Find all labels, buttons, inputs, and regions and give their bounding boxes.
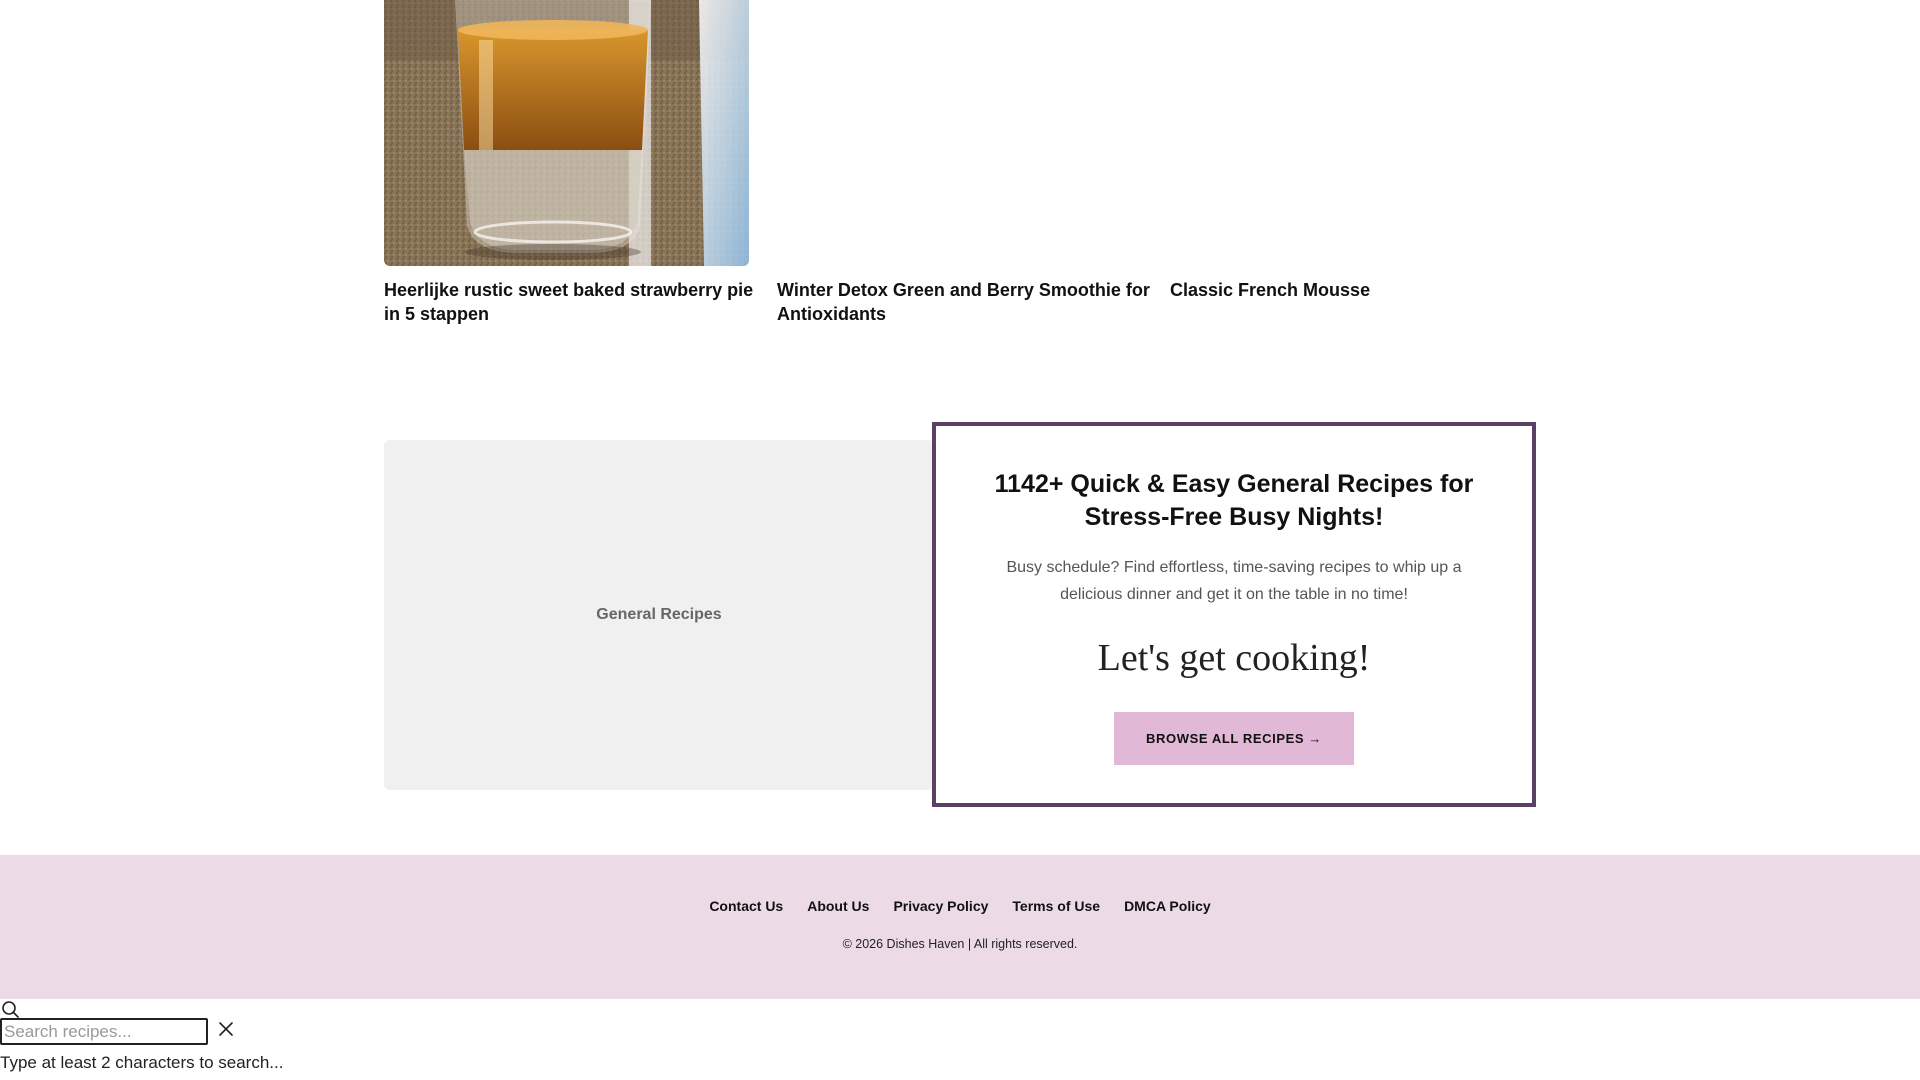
footer-link-terms[interactable]: Terms of Use: [1012, 898, 1100, 914]
search-hint: Type at least 2 characters to search...: [0, 1053, 284, 1072]
footer-link-privacy[interactable]: Privacy Policy: [893, 898, 988, 914]
recipe-image[interactable]: [1170, 0, 1535, 266]
recipe-image[interactable]: [777, 0, 1142, 266]
category-promo-box: 1142+ Quick & Easy General Recipes for S…: [932, 422, 1536, 807]
category-label: General Recipes: [596, 606, 722, 623]
recipe-card[interactable]: Classic French Mousse: [1170, 0, 1535, 300]
promo-description: Busy schedule? Find effortless, time-sav…: [1006, 559, 1462, 603]
recipe-title[interactable]: Classic French Mousse: [1170, 278, 1550, 302]
footer-link-contact[interactable]: Contact Us: [709, 898, 783, 914]
copyright-text: © 2026 Dishes Haven | All rights reserve…: [842, 937, 1078, 951]
promo-cta-heading: Let's get cooking!: [1097, 637, 1371, 679]
search-icon[interactable]: [0, 999, 20, 1019]
recipe-card[interactable]: Heerlijke rustic sweet baked strawberry …: [384, 0, 753, 324]
browse-all-recipes-button[interactable]: BROWSE ALL RECIPES →: [1114, 712, 1354, 765]
promo-title: 1142+ Quick & Easy General Recipes for S…: [994, 470, 1474, 531]
recipe-card[interactable]: Winter Detox Green and Berry Smoothie fo…: [777, 0, 1150, 324]
footer-link-dmca[interactable]: DMCA Policy: [1124, 898, 1211, 914]
category-image-placeholder: General Recipes: [384, 440, 934, 790]
recipe-title[interactable]: Heerlijke rustic sweet baked strawberry …: [384, 278, 764, 326]
recipe-image[interactable]: [384, 0, 749, 266]
recipe-title[interactable]: Winter Detox Green and Berry Smoothie fo…: [777, 278, 1157, 326]
close-icon[interactable]: [217, 1020, 235, 1038]
footer-nav: Contact Us About Us Privacy Policy Terms…: [0, 898, 1920, 914]
search-input[interactable]: [0, 1018, 208, 1045]
site-footer: Contact Us About Us Privacy Policy Terms…: [0, 855, 1920, 999]
drink-glass-photo: [384, 0, 749, 266]
footer-link-about[interactable]: About Us: [807, 898, 869, 914]
